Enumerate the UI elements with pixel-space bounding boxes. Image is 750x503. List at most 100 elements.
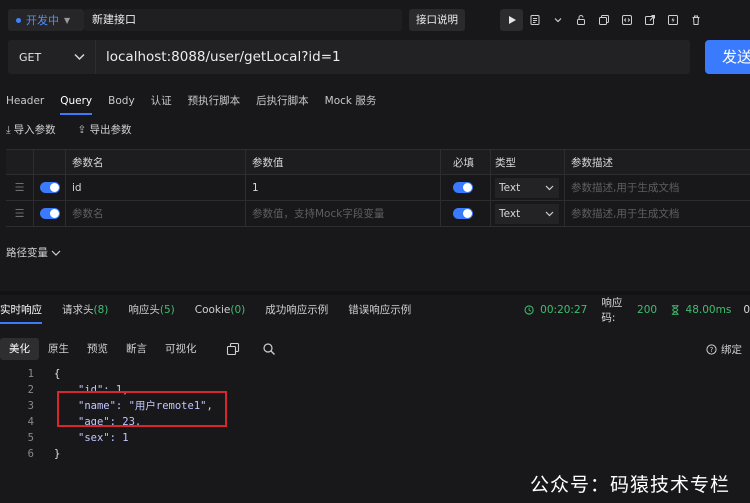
type-select[interactable]: Text: [491, 201, 565, 226]
required-toggle[interactable]: [441, 175, 491, 200]
toggle-switch[interactable]: [39, 208, 60, 219]
export-params-button[interactable]: ⇪ 导出参数: [78, 122, 132, 137]
chevron-down-icon: [51, 250, 61, 256]
header-param-value: 参数值: [246, 150, 441, 174]
unlock-icon[interactable]: [569, 9, 592, 31]
tab-error-example[interactable]: 错误响应示例: [338, 296, 421, 324]
api-doc-button[interactable]: 接口说明: [409, 9, 465, 31]
line-number: 4: [27, 416, 34, 428]
run-icon[interactable]: [500, 9, 523, 31]
param-name-input[interactable]: 参数名: [66, 201, 246, 226]
header-drag: [6, 150, 34, 174]
url-input[interactable]: localhost:8088/user/getLocal?id=1: [106, 40, 341, 74]
code-text: "sex": 1: [78, 432, 129, 444]
tab-label: 响应头: [128, 304, 160, 316]
line-number: 2: [27, 384, 34, 396]
copy-icon[interactable]: [592, 9, 615, 31]
line-number: 5: [27, 432, 34, 444]
import-icon: ⤓: [6, 124, 11, 136]
line-number: 1: [27, 368, 34, 380]
environment-label: 开发中: [26, 14, 59, 27]
response-tabs: 实时响应 请求头(8) 响应头(5) Cookie(0) 成功响应示例 错误响应…: [0, 296, 421, 324]
code-line: 1{: [0, 366, 750, 382]
hourglass-icon: [671, 305, 679, 315]
tab-success-example[interactable]: 成功响应示例: [255, 296, 338, 324]
tab-realtime-response[interactable]: 实时响应: [0, 296, 52, 324]
method-select[interactable]: GET: [8, 40, 96, 74]
code-text: }: [54, 448, 61, 460]
view-mode-bar: 美化 原生 预览 断言 可视化: [0, 338, 276, 360]
tab-request-headers[interactable]: 请求头(8): [52, 296, 118, 324]
url-bar: GET localhost:8088/user/getLocal?id=1: [8, 40, 690, 74]
view-raw[interactable]: 原生: [39, 338, 78, 360]
import-label: 导入参数: [13, 124, 56, 136]
flash-icon[interactable]: [661, 9, 684, 31]
view-preview[interactable]: 预览: [78, 338, 117, 360]
tab-auth[interactable]: 认证: [143, 86, 180, 116]
svg-text:?: ?: [710, 346, 714, 354]
watermark: 公众号：码猿技术专栏: [530, 474, 731, 496]
path-variables-toggle[interactable]: 路径变量: [6, 245, 61, 260]
tab-query[interactable]: Query: [52, 86, 100, 116]
view-assert[interactable]: 断言: [117, 338, 156, 360]
view-visualize[interactable]: 可视化: [156, 338, 206, 360]
header-required: 必填: [441, 150, 491, 174]
search-icon[interactable]: [262, 342, 276, 356]
param-value-field[interactable]: 1: [246, 175, 441, 200]
tab-cookie[interactable]: Cookie(0): [185, 296, 256, 324]
code-icon[interactable]: [615, 9, 638, 31]
request-name-tab[interactable]: 新建接口: [84, 9, 402, 31]
chevron-down-icon[interactable]: [546, 9, 569, 31]
table-header-row: 参数名 参数值 必填 类型 参数描述: [6, 150, 750, 175]
export-label: 导出参数: [89, 124, 132, 136]
tab-mock[interactable]: Mock 服务: [317, 86, 385, 116]
count-badge: (8): [93, 304, 109, 316]
response-duration: 48.00ms: [685, 304, 732, 316]
bind-label: 绑定: [721, 344, 742, 356]
header-param-name: 参数名: [66, 150, 246, 174]
status-code: 200: [637, 304, 658, 316]
toggle-switch[interactable]: [453, 182, 473, 193]
document-icon[interactable]: [523, 9, 546, 31]
tab-header[interactable]: Header: [0, 86, 52, 116]
copy-icon[interactable]: [226, 342, 240, 356]
enabled-toggle[interactable]: [34, 201, 66, 226]
param-name-field[interactable]: id: [66, 175, 246, 200]
line-number: 6: [27, 448, 34, 460]
method-label: GET: [19, 50, 42, 64]
line-number: 3: [27, 400, 34, 412]
required-toggle[interactable]: [441, 201, 491, 226]
header-enabled: [34, 150, 66, 174]
help-icon: ?: [706, 344, 717, 355]
param-description-input[interactable]: 参数描述,用于生成文档: [565, 201, 750, 226]
drag-handle-icon[interactable]: ☰: [6, 175, 34, 200]
top-bar: 开发中 ▼ 新建接口 接口说明: [0, 0, 750, 40]
chevron-down-icon: ▼: [64, 15, 71, 25]
import-params-button[interactable]: ⤓ 导入参数: [6, 122, 56, 137]
code-line: 6}: [0, 446, 750, 462]
type-select[interactable]: Text: [491, 175, 565, 200]
tab-label: 请求头: [62, 304, 94, 316]
param-value-input[interactable]: 参数值，支持Mock字段变量: [246, 201, 441, 226]
toggle-switch[interactable]: [453, 208, 473, 219]
environment-selector[interactable]: 开发中 ▼: [8, 9, 84, 31]
tab-label: Cookie: [194, 304, 231, 316]
send-button[interactable]: 发送: [705, 40, 750, 74]
toggle-switch[interactable]: [39, 182, 60, 193]
view-pretty[interactable]: 美化: [0, 338, 39, 360]
environment-dot-icon: [16, 17, 21, 23]
table-row: ☰ 参数名 参数值，支持Mock字段变量 Text 参数描述,用于生成文档: [6, 201, 750, 227]
param-description-field[interactable]: 参数描述,用于生成文档: [565, 175, 750, 200]
tab-pre-script[interactable]: 预执行脚本: [180, 86, 249, 116]
share-icon[interactable]: [638, 9, 661, 31]
drag-handle-icon[interactable]: ☰: [6, 201, 34, 226]
tab-response-headers[interactable]: 响应头(5): [118, 296, 184, 324]
header-description: 参数描述: [571, 156, 613, 169]
delete-icon[interactable]: [684, 9, 707, 31]
chevron-down-icon: [545, 211, 554, 216]
enabled-toggle[interactable]: [34, 175, 66, 200]
tab-post-script[interactable]: 后执行脚本: [248, 86, 317, 116]
pane-divider[interactable]: [0, 291, 750, 295]
tab-body[interactable]: Body: [100, 86, 143, 116]
bind-button[interactable]: ? 绑定: [706, 342, 742, 357]
